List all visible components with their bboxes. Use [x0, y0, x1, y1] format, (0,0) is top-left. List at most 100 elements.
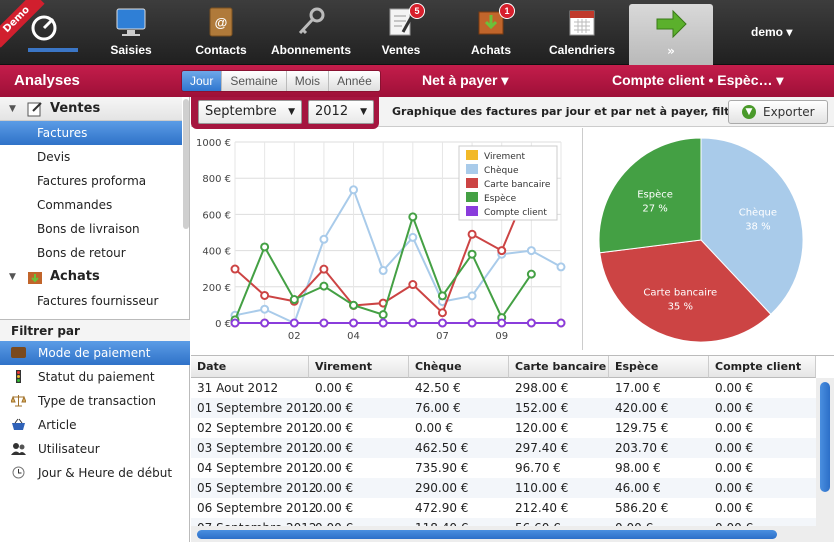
- filter-mode-de-paiement[interactable]: Mode de paiement: [0, 341, 190, 365]
- table-row[interactable]: 03 Septembre 2012 0.00 €462.50 €297.40 €2…: [191, 438, 816, 458]
- user-menu[interactable]: demo ▾: [751, 25, 792, 39]
- x-tick-label: 09: [495, 331, 508, 342]
- pie-slice-label: Espèce: [637, 189, 673, 201]
- nav-ventes[interactable]: 5 Ventes: [372, 0, 430, 65]
- nav-achats[interactable]: 1 Achats: [462, 0, 520, 65]
- filter-label: Utilisateur: [38, 442, 100, 456]
- nav-saisies[interactable]: Saisies: [100, 0, 162, 65]
- period-mois-button[interactable]: Mois: [286, 71, 330, 91]
- sidebar-item-commandes[interactable]: Commandes: [0, 193, 182, 217]
- table-row[interactable]: 06 Septembre 2012 0.00 €472.90 €212.40 €5…: [191, 498, 816, 518]
- sidebar-item-bons-de-retour[interactable]: Bons de retour: [0, 241, 182, 265]
- data-point: [526, 318, 536, 328]
- nav-contacts[interactable]: @ Contacts: [185, 0, 257, 65]
- edit-doc-icon: [27, 102, 42, 117]
- column-header[interactable]: Espèce: [609, 356, 709, 378]
- table-row[interactable]: 04 Septembre 2012 0.00 €735.90 €96.70 €98…: [191, 458, 816, 478]
- line-chart: 0 € 200 € 400 € 600 € 800 € 1000 € 02 04 07 09 Vir…: [191, 128, 577, 350]
- filter-statut-du-paiement[interactable]: Statut du paiement: [0, 365, 190, 389]
- filter-type-de-transaction[interactable]: Type de transaction: [0, 389, 190, 413]
- nav-calendriers-label: Calendriers: [548, 43, 616, 57]
- legend-label: Chèque: [484, 165, 519, 176]
- vertical-scroll-thumb[interactable]: [820, 382, 830, 492]
- column-header[interactable]: Chèque: [409, 356, 509, 378]
- table-vertical-scrollbar[interactable]: [816, 378, 834, 542]
- data-point: [378, 266, 388, 276]
- sidebar-group-ventes[interactable]: ▼ Ventes: [0, 97, 182, 121]
- column-header[interactable]: Carte bancaire: [509, 356, 609, 378]
- data-point: [230, 318, 240, 328]
- data-point: [289, 318, 299, 328]
- data-point: [497, 246, 507, 256]
- data-point: [497, 318, 507, 328]
- data-point: [319, 318, 329, 328]
- period-segmented-control: Jour Semaine Mois Année: [181, 70, 381, 92]
- table-row[interactable]: 02 Septembre 2012 0.00 €0.00 €120.00 €129…: [191, 418, 816, 438]
- sidebar-item-factures[interactable]: Factures: [0, 121, 182, 145]
- pie-slice-percent: 27 %: [642, 204, 667, 215]
- metric-dropdown[interactable]: Net à payer ▾: [422, 72, 508, 89]
- sidebar-item-bons-de-livraison[interactable]: Bons de livraison: [0, 217, 182, 241]
- achats-badge: 1: [499, 3, 515, 19]
- table-cell: 0.00 €: [415, 421, 454, 435]
- export-button[interactable]: ▼ Exporter: [728, 100, 828, 124]
- period-annee-button[interactable]: Année: [329, 71, 380, 91]
- table-cell: 212.40 €: [515, 501, 569, 515]
- arrow-right-icon: [656, 9, 687, 39]
- table-cell: 0.00 €: [715, 381, 754, 395]
- nav-ventes-label: Ventes: [381, 43, 421, 57]
- data-point: [349, 185, 359, 195]
- sidebar-item-factures-proforma[interactable]: Factures proforma: [0, 169, 182, 193]
- table-cell: 98.00 €: [615, 461, 661, 475]
- table-cell: 203.70 €: [615, 441, 669, 455]
- period-semaine-button[interactable]: Semaine: [222, 71, 287, 91]
- table-row[interactable]: 01 Septembre 2012 0.00 €76.00 €152.00 €42…: [191, 398, 816, 418]
- table-horizontal-scrollbar[interactable]: [191, 526, 816, 542]
- chart-controls-bar: Septembre ▼ 2012 ▼ Graphique des factures …: [191, 97, 834, 129]
- nav-saisies-label: Saisies: [110, 43, 152, 57]
- table-cell: 297.40 €: [515, 441, 569, 455]
- line-chart-svg: 0 € 200 € 400 € 600 € 800 € 1000 € 02 04 07 09 Vir…: [196, 138, 566, 342]
- nav-calendriers[interactable]: Calendriers: [545, 0, 619, 65]
- year-select[interactable]: 2012 ▼: [308, 100, 374, 124]
- legend-swatch: [466, 164, 478, 174]
- data-point: [556, 262, 566, 272]
- table-row[interactable]: 05 Septembre 2012 0.00 €290.00 €110.00 €4…: [191, 478, 816, 498]
- nav-more-button[interactable]: »: [629, 4, 713, 65]
- filter-article[interactable]: Article: [0, 413, 190, 437]
- horizontal-scroll-thumb[interactable]: [197, 530, 777, 539]
- table-cell: 03 Septembre 2012: [197, 441, 317, 455]
- data-point: [526, 269, 536, 279]
- table-cell: 462.50 €: [415, 441, 469, 455]
- table-cell: 0.00 €: [315, 501, 354, 515]
- table-cell: 31 Aout 2012: [197, 381, 279, 395]
- filter-jour-heure-de-debut[interactable]: Jour & Heure de début: [0, 461, 190, 485]
- sidebar-item-devis[interactable]: Devis: [0, 145, 182, 169]
- data-point: [260, 318, 270, 328]
- calendar-icon: [569, 10, 595, 36]
- sidebar-scrollbar[interactable]: [183, 99, 189, 229]
- data-point: [408, 280, 418, 290]
- pie-slice-label: Chèque: [739, 206, 777, 218]
- filter-utilisateur[interactable]: Utilisateur: [0, 437, 190, 461]
- sidebar-group-achats[interactable]: ▼ Achats: [0, 265, 182, 289]
- column-header[interactable]: Date: [191, 356, 309, 378]
- chevron-down-icon: ▼: [360, 107, 367, 117]
- export-label: Exporter: [763, 105, 815, 119]
- table-cell: 0.00 €: [715, 421, 754, 435]
- filter-label: Statut du paiement: [38, 370, 155, 384]
- group-dropdown[interactable]: Compte client • Espèc… ▾: [612, 72, 783, 89]
- nav-contacts-label: Contacts: [195, 43, 247, 57]
- data-point: [349, 300, 359, 310]
- table-cell: 110.00 €: [515, 481, 569, 495]
- data-point: [319, 281, 329, 291]
- column-header[interactable]: Virement: [309, 356, 409, 378]
- pie-chart: Chèque 38 % Carte bancaire 35 % Espèce 27 %: [582, 128, 834, 350]
- period-jour-button[interactable]: Jour: [182, 71, 223, 91]
- sidebar-item-factures-fournisseur[interactable]: Factures fournisseur: [0, 289, 182, 313]
- date-selectors: Septembre ▼ 2012 ▼: [191, 97, 379, 129]
- nav-abonnements[interactable]: Abonnements: [266, 0, 356, 65]
- month-select[interactable]: Septembre ▼: [198, 100, 302, 124]
- column-header[interactable]: Compte client: [709, 356, 816, 378]
- table-row[interactable]: 31 Aout 2012 0.00 € 42.50 € 298.00 € 17.00 €…: [191, 378, 816, 398]
